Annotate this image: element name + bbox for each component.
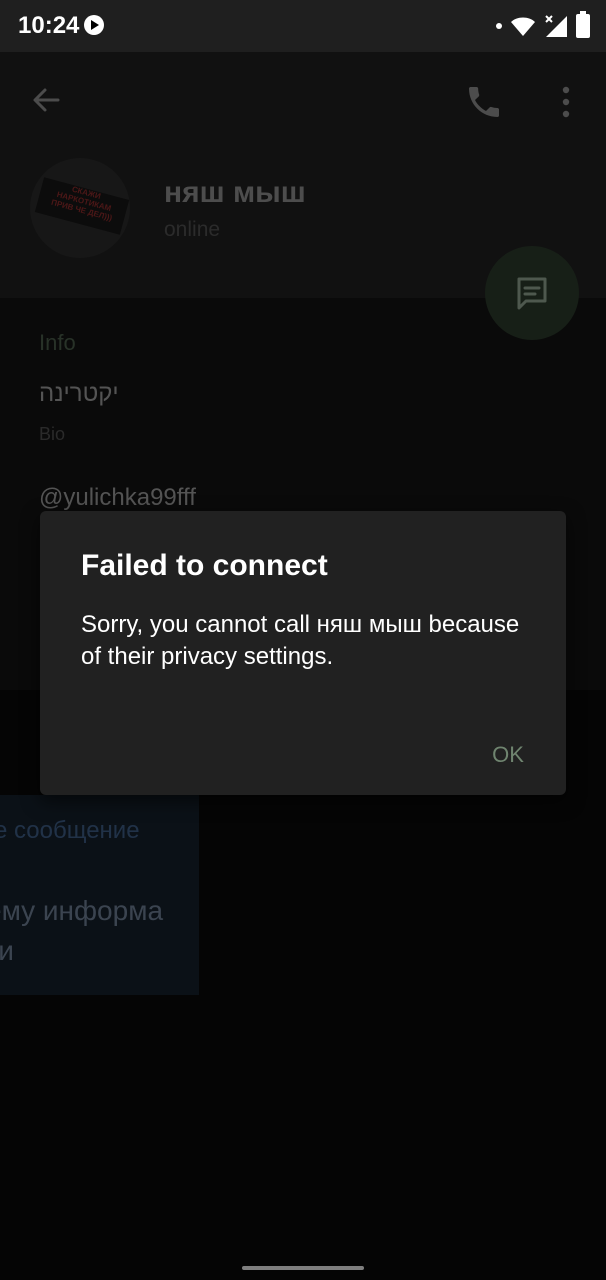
ok-button[interactable]: OK: [468, 735, 548, 775]
status-bar: 10:24: [0, 0, 606, 52]
signal-icon: [545, 15, 567, 37]
dot-icon: [496, 23, 502, 29]
battery-icon: [576, 11, 590, 38]
wifi-icon: [511, 17, 535, 36]
status-time: 10:24: [18, 12, 80, 39]
failed-to-connect-dialog: Failed to connect Sorry, you cannot call…: [40, 511, 566, 795]
play-icon: [84, 15, 104, 35]
dialog-message: Sorry, you cannot call няш мыш because o…: [81, 611, 520, 670]
status-icons: [496, 11, 590, 40]
dialog-title: Failed to connect: [81, 549, 328, 582]
